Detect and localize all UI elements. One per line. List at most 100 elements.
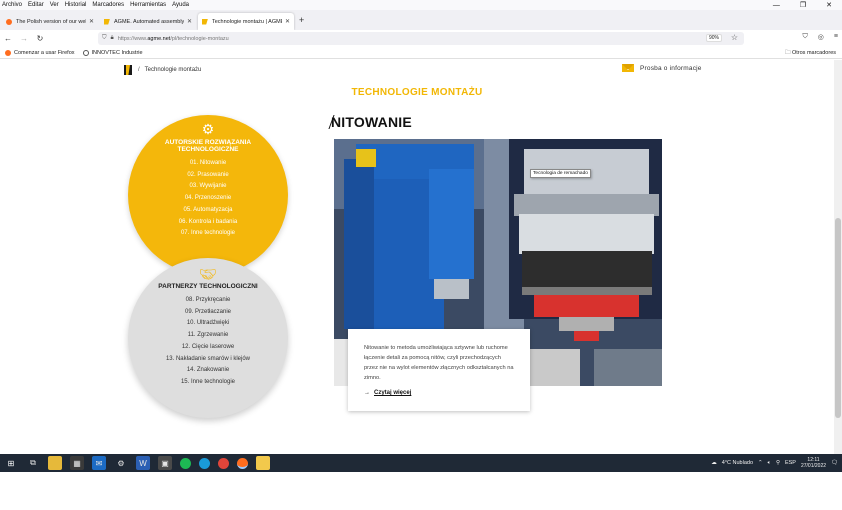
agme-logo-icon <box>104 18 110 25</box>
lock-icon[interactable]: 🔒︎ <box>111 35 114 42</box>
settings-app-icon[interactable]: ⚙ <box>114 456 128 470</box>
forward-icon[interactable]: → <box>16 34 32 43</box>
url-scheme: https://www. <box>117 35 148 42</box>
list-item-prasowanie[interactable]: 02. Prasowanie <box>128 170 288 182</box>
bookmark-star-icon[interactable]: ☆ <box>731 33 738 42</box>
tab-strip: The Polish version of our websi ✕ AGME. … <box>0 10 842 30</box>
close-window-icon[interactable]: ✕ <box>826 1 832 9</box>
edge-icon[interactable] <box>199 457 210 469</box>
image-tooltip: Tecnologia de remachado <box>530 169 591 178</box>
list-item-automatyzacja[interactable]: 05. Automatyzacja <box>128 205 288 217</box>
account-icon[interactable]: ◎ <box>818 33 824 41</box>
zoom-level[interactable]: 90% <box>705 34 722 42</box>
menu-ver[interactable]: Ver <box>50 2 59 8</box>
list-item-wywijanie[interactable]: 03. Wywijanie <box>128 181 288 193</box>
mail-icon[interactable]: ✉ <box>92 456 106 470</box>
agme-logo-icon <box>202 18 208 25</box>
clock[interactable]: 12:11 27/01/2022 <box>801 457 826 469</box>
list-item-zgrzewanie[interactable]: 11. Zgrzewanie <box>128 330 288 342</box>
hamburger-menu-icon[interactable]: ≡ <box>834 33 838 41</box>
firefox-icon <box>6 18 12 25</box>
reload-icon[interactable]: ↻ <box>32 34 48 43</box>
other-bookmarks[interactable]: 🗀︎ Otros marcadores <box>785 49 836 58</box>
maximize-icon[interactable]: ❐ <box>800 1 806 9</box>
notification-icon[interactable]: 🗨︎ <box>831 460 838 466</box>
cloud-icon: ☁ <box>711 460 717 466</box>
technology-list: 01. Nitowanie 02. Prasowanie 03. Wywijan… <box>128 158 288 240</box>
new-tab-icon[interactable]: + <box>299 15 304 25</box>
list-item-ultradzwieki[interactable]: 10. Ultradźwięki <box>128 318 288 330</box>
gear-icon: ⚙ <box>201 121 215 137</box>
list-item-przykrecanie[interactable]: 08. Przykręcanie <box>128 295 288 307</box>
bookmark-label: Comenzar a usar Firefox <box>14 49 75 56</box>
tab-label: The Polish version of our websi <box>16 18 86 25</box>
pocket-icon[interactable]: ⛉ <box>803 33 808 41</box>
bookmark-innovtec[interactable]: INNOVTEC Industrie <box>82 49 143 56</box>
minimize-icon[interactable]: — <box>773 2 780 9</box>
agme-logo-icon[interactable] <box>124 65 132 75</box>
description-text: Nitowanie to metoda umożliwiająca sztywn… <box>364 345 514 381</box>
page-scrollbar[interactable] <box>834 60 842 454</box>
menu-archivo[interactable]: Archivo <box>2 2 22 8</box>
tab-agme-automated[interactable]: AGME. Automated assembly m ✕ <box>100 13 196 30</box>
windows-start-icon[interactable]: ⊞ <box>4 456 18 470</box>
close-tab-icon[interactable]: ✕ <box>187 18 192 25</box>
address-bar[interactable]: ⛉ 🔒︎ https://www. agme.net/pl/technologie… <box>98 32 744 45</box>
close-tab-icon[interactable]: ✕ <box>285 18 290 25</box>
menu-ayuda[interactable]: Ayuda <box>172 2 189 8</box>
sticky-notes-icon[interactable] <box>256 456 270 470</box>
clock-date: 27/01/2022 <box>800 463 827 469</box>
envelope-icon <box>622 64 634 72</box>
breadcrumb-current: Technologie montażu <box>144 67 202 73</box>
list-item-inne-technologie[interactable]: 15. Inne technologie <box>128 377 288 389</box>
request-info-label: Prosba o informacje <box>640 64 702 72</box>
handshake-icon: 🤝︎ <box>199 266 217 282</box>
menu-marcadores[interactable]: Marcadores <box>92 2 124 8</box>
list-item-ciecie-laserowe[interactable]: 12. Cięcie laserowe <box>128 342 288 354</box>
system-tray: ☁ 4°C Nublado ⌃ 🔈︎ ⚲ ESP 12:11 27/01/202… <box>711 454 838 472</box>
word-icon[interactable]: W <box>136 456 150 470</box>
calculator-icon[interactable]: ▦ <box>70 456 84 470</box>
chrome-icon[interactable] <box>218 457 229 469</box>
weather-text[interactable]: 4°C Nublado <box>722 460 753 466</box>
shield-icon[interactable]: ⛉ <box>102 35 107 42</box>
page-content: / Technologie montażu Prosba o informacj… <box>0 60 834 454</box>
proprietary-solutions-circle: ⚙ AUTORSKIE ROZWIĄZANIA TECHNOLOGICZNE 0… <box>128 115 288 275</box>
navigation-bar: ← → ↻ ⛉ 🔒︎ https://www. agme.net/pl/techn… <box>0 30 842 47</box>
tab-polish-version[interactable]: The Polish version of our websi ✕ <box>2 13 98 30</box>
bookmark-label: INNOVTEC Industrie <box>91 49 143 56</box>
firefox-taskbar-icon[interactable] <box>237 457 248 469</box>
arrow-right-icon: → <box>364 390 370 396</box>
media-player-icon[interactable]: ▣ <box>158 456 172 470</box>
globe-icon <box>82 49 89 56</box>
read-more-label: Czytaj więcej <box>374 390 412 396</box>
menu-historial[interactable]: Historial <box>65 2 87 8</box>
list-item-kontrola[interactable]: 06. Kontrola i badania <box>128 217 288 229</box>
scrollbar-thumb[interactable] <box>835 218 841 418</box>
menu-herramientas[interactable]: Herramientas <box>130 2 166 8</box>
tab-label: Technologie montażu | AGME <box>212 18 282 25</box>
spotify-icon[interactable] <box>180 457 191 469</box>
list-item-przetlaczanie[interactable]: 09. Przetłaczanie <box>128 307 288 319</box>
menu-editar[interactable]: Editar <box>28 2 44 8</box>
list-item-znakowanie[interactable]: 14. Znakowanie <box>128 365 288 377</box>
input-language[interactable]: ESP <box>785 460 796 466</box>
tab-technologie-montazu[interactable]: Technologie montażu | AGME ✕ <box>198 13 294 30</box>
list-item-inne[interactable]: 07. Inne technologie <box>128 228 288 240</box>
tab-label: AGME. Automated assembly m <box>114 18 184 25</box>
read-more-link[interactable]: → Czytaj więcej <box>364 390 514 396</box>
list-item-nitowanie[interactable]: 01. Nitowanie <box>128 158 288 170</box>
back-icon[interactable]: ← <box>0 34 16 43</box>
chevron-up-icon[interactable]: ⌃ <box>758 460 763 466</box>
volume-icon[interactable]: 🔈︎ <box>768 460 771 467</box>
request-info-link[interactable]: Prosba o informacje <box>622 64 702 72</box>
file-explorer-icon[interactable] <box>48 456 62 470</box>
taskbar: ⊞ ⧉ ▦ ✉ ⚙ W ▣ ☁ 4°C Nublado ⌃ 🔈︎ ⚲ ESP 1… <box>0 454 842 472</box>
list-item-przenoszenie[interactable]: 04. Przenoszenie <box>128 193 288 205</box>
close-tab-icon[interactable]: ✕ <box>89 18 94 25</box>
network-icon[interactable]: ⚲ <box>776 460 780 466</box>
browser-window: Archivo Editar Ver Historial Marcadores … <box>0 0 842 510</box>
bookmark-comenzar[interactable]: Comenzar a usar Firefox <box>5 49 75 56</box>
task-view-icon[interactable]: ⧉ <box>26 456 40 470</box>
list-item-nakladanie[interactable]: 13. Nakładanie smarów i klejów <box>128 354 288 366</box>
